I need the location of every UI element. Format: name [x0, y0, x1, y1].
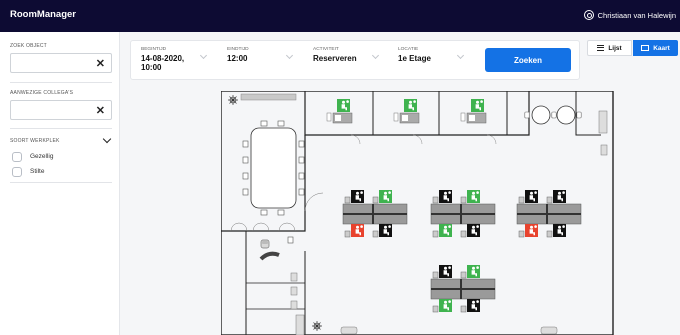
list-view-toggle[interactable]: Lijst: [587, 40, 632, 56]
desk-status-badge[interactable]: [379, 190, 392, 203]
checkbox-label-stilte[interactable]: Stilte: [30, 168, 44, 175]
desk-chair: [432, 230, 439, 238]
divider: [10, 82, 112, 83]
activity-label: ACTIVITEIT: [313, 47, 339, 52]
desk-chair: [460, 196, 467, 204]
workspace-type-label[interactable]: SOORT WERKPLEK: [10, 138, 60, 144]
room-status-badge[interactable]: [337, 99, 350, 112]
floor-plan: [221, 91, 614, 335]
meeting-room-table: [242, 120, 305, 216]
search-button[interactable]: Zoeken: [485, 48, 571, 72]
desk-status-badge[interactable]: [553, 190, 566, 203]
chair: [393, 112, 399, 122]
search-object-input[interactable]: ✕: [10, 53, 112, 73]
chair: [326, 112, 332, 122]
desk-status-badge[interactable]: [439, 190, 452, 203]
desk-divider: [343, 213, 407, 215]
desk-chair: [546, 230, 553, 238]
user-menu[interactable]: Christiaan van Halewijn: [583, 10, 676, 20]
desk-chair: [460, 230, 467, 238]
desk-chair: [432, 196, 439, 204]
divider: [10, 128, 112, 129]
monitor-icon: [335, 115, 341, 121]
location-label: LOCATIE: [398, 47, 419, 52]
map-view-toggle[interactable]: Kaart: [633, 40, 678, 56]
desk-divider: [431, 288, 495, 290]
desk-status-badge[interactable]: [351, 190, 364, 203]
desk-status-badge[interactable]: [525, 190, 538, 203]
start-time-field[interactable]: BEGINTIJD 14-08-2020, 10:00: [141, 47, 216, 75]
meeting-room[interactable]: [460, 99, 487, 124]
desk-chair: [344, 230, 351, 238]
chair: [460, 112, 466, 122]
end-time-label: EINDTIJD: [227, 47, 249, 52]
desk-chair: [518, 196, 525, 204]
room-status-badge[interactable]: [404, 99, 417, 112]
checkbox-label-gezellig[interactable]: Gezellig: [30, 153, 53, 160]
activity-field[interactable]: ACTIVITEIT Reserveren: [313, 47, 383, 75]
search-bar: BEGINTIJD 14-08-2020, 10:00 EINDTIJD 12:0…: [130, 40, 580, 80]
desk-status-badge[interactable]: [439, 299, 452, 312]
desk-cluster: [430, 190, 496, 238]
map-icon: [641, 45, 650, 51]
desk-status-badge[interactable]: [467, 299, 480, 312]
map-view-label: Kaart: [653, 44, 670, 52]
desk-status-badge[interactable]: [467, 190, 480, 203]
desk-chair: [432, 305, 439, 313]
desk-divider: [460, 279, 462, 299]
desk-status-badge[interactable]: [439, 224, 452, 237]
monitor-icon: [469, 115, 475, 121]
desk-chair: [372, 196, 379, 204]
filter-sidebar: ZOEK OBJECT ✕ AANWEZIGE COLLEGA'S ✕ SOOR…: [0, 32, 120, 335]
chevron-down-icon[interactable]: [102, 134, 112, 144]
end-time-field[interactable]: EINDTIJD 12:00: [227, 47, 297, 75]
top-bar: RoomManager Christiaan van Halewijn: [0, 0, 680, 32]
desk-status-badge[interactable]: [351, 224, 364, 237]
search-object-label: ZOEK OBJECT: [10, 43, 47, 49]
meeting-room[interactable]: [326, 99, 353, 124]
desk-divider: [517, 213, 581, 215]
close-icon[interactable]: ✕: [96, 57, 105, 70]
desk-chair: [372, 230, 379, 238]
location-field[interactable]: LOCATIE 1e Etage: [398, 47, 468, 75]
desk-status-badge[interactable]: [467, 224, 480, 237]
room-status-badge[interactable]: [471, 99, 484, 112]
desk-cluster: [342, 190, 408, 238]
list-icon: [597, 45, 605, 51]
desk-divider: [372, 204, 374, 224]
app-title: RoomManager: [10, 9, 76, 20]
desk-chair: [460, 305, 467, 313]
desk-divider: [431, 213, 495, 215]
divider: [10, 182, 112, 183]
checkbox-gezellig[interactable]: [12, 152, 22, 162]
desk-status-badge[interactable]: [379, 224, 392, 237]
colleagues-input[interactable]: ✕: [10, 100, 112, 120]
desk-chair: [546, 196, 553, 204]
desk-cluster: [516, 190, 582, 238]
desk-status-badge[interactable]: [553, 224, 566, 237]
desk-chair: [518, 230, 525, 238]
colleagues-label: AANWEZIGE COLLEGA'S: [10, 90, 74, 96]
checkbox-stilte[interactable]: [12, 167, 22, 177]
desk-cluster: [430, 265, 496, 313]
user-name: Christiaan van Halewijn: [597, 10, 676, 20]
desk-chair: [344, 196, 351, 204]
desk-chair: [460, 271, 467, 279]
desk-status-badge[interactable]: [439, 265, 452, 278]
desk-divider: [460, 204, 462, 224]
desk-status-badge[interactable]: [525, 224, 538, 237]
round-tables: [524, 105, 582, 125]
list-view-label: Lijst: [608, 44, 622, 52]
monitor-icon: [402, 115, 408, 121]
meeting-room[interactable]: [393, 99, 420, 124]
user-circle-icon: [583, 10, 594, 20]
desk-chair: [432, 271, 439, 279]
start-time-label: BEGINTIJD: [141, 47, 167, 52]
desk-status-badge[interactable]: [467, 265, 480, 278]
desk-divider: [546, 204, 548, 224]
close-icon[interactable]: ✕: [96, 104, 105, 117]
